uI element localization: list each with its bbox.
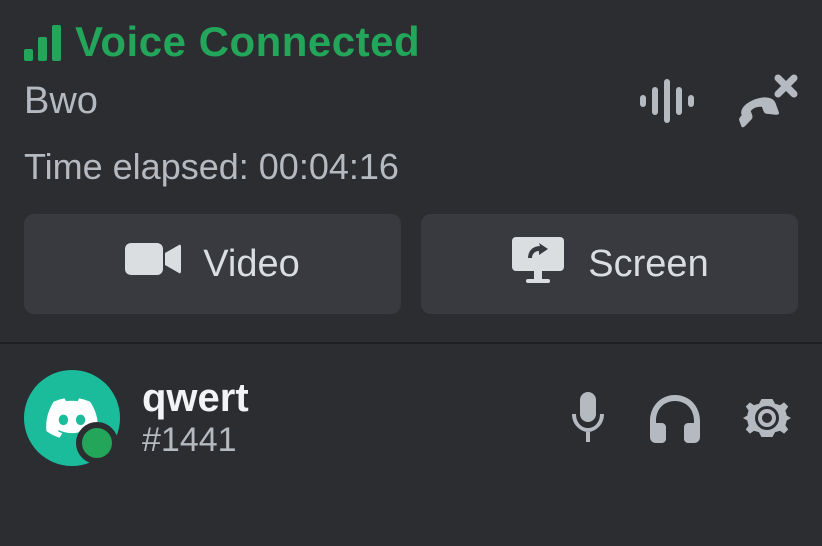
settings-gear-icon[interactable] — [742, 393, 792, 443]
mute-mic-icon[interactable] — [568, 392, 608, 444]
channel-row: Bwo — [24, 74, 798, 128]
deafen-headphones-icon[interactable] — [648, 393, 702, 443]
user-info[interactable]: qwert #1441 — [24, 370, 249, 466]
disconnect-icon[interactable] — [736, 74, 798, 128]
voice-panel: Voice Connected Bwo Time elapsed — [0, 0, 822, 314]
user-discriminator: #1441 — [142, 421, 249, 460]
action-button-row: Video Screen — [24, 214, 798, 314]
video-button-label: Video — [203, 243, 300, 286]
username: qwert — [142, 376, 249, 421]
noise-suppression-icon[interactable] — [640, 77, 700, 125]
channel-name[interactable]: Bwo — [24, 80, 98, 123]
video-button[interactable]: Video — [24, 214, 401, 314]
connection-status-text: Voice Connected — [75, 18, 420, 66]
time-elapsed: Time elapsed: 00:04:16 — [24, 146, 798, 188]
online-status-dot — [76, 422, 118, 464]
camera-icon — [125, 239, 181, 289]
screen-share-icon — [510, 235, 566, 293]
user-panel: qwert #1441 — [0, 344, 822, 466]
avatar — [24, 370, 120, 466]
signal-icon — [24, 23, 61, 61]
user-actions — [568, 392, 792, 444]
connection-status-row[interactable]: Voice Connected — [24, 18, 798, 66]
screen-share-button-label: Screen — [588, 243, 708, 286]
screen-share-button[interactable]: Screen — [421, 214, 798, 314]
channel-actions — [640, 74, 798, 128]
user-text: qwert #1441 — [142, 376, 249, 460]
